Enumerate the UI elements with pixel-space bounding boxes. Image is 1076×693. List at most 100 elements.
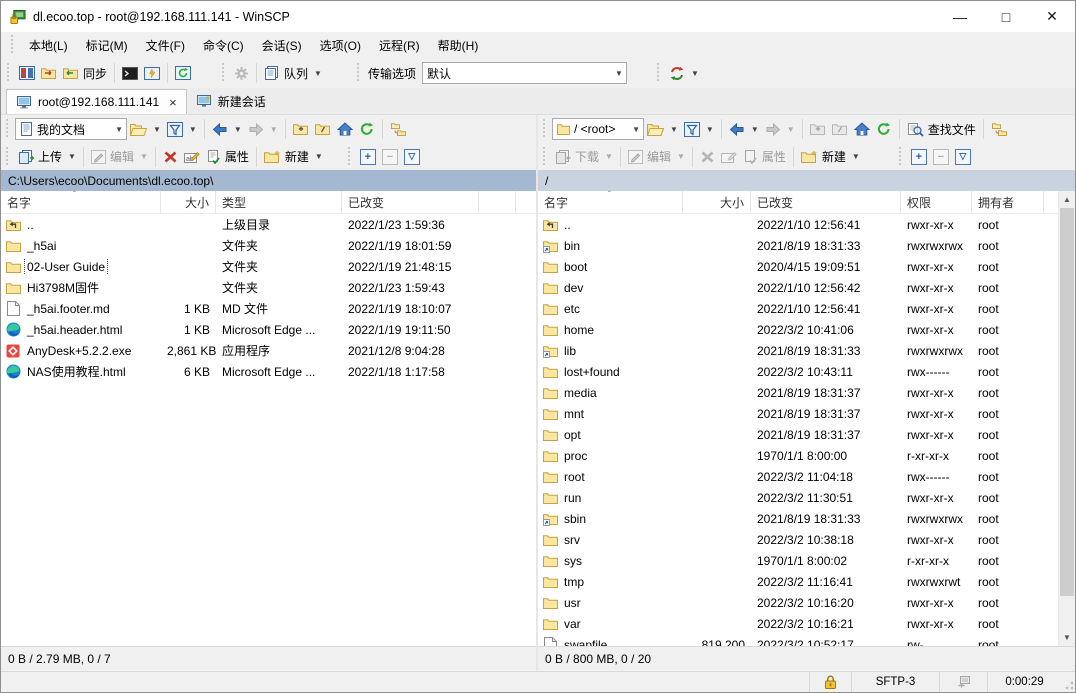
remote-column-size[interactable]: 大小 xyxy=(683,191,751,213)
remote-open-directory-button[interactable]: ▼ xyxy=(644,117,681,141)
local-column-size[interactable]: 大小 xyxy=(161,191,216,213)
menu-item[interactable]: 选项(O) xyxy=(311,33,370,58)
file-row[interactable]: sys1970/1/1 8:00:02r-xr-xr-xroot xyxy=(538,550,1075,571)
remote-home-button[interactable] xyxy=(851,117,873,141)
local-unselect-button[interactable]: − xyxy=(379,145,401,169)
upload-button[interactable]: 上传 ▼ xyxy=(15,145,79,169)
file-row[interactable]: 02-User Guide文件夹2022/1/19 21:48:15 xyxy=(1,256,536,277)
remote-refresh-button[interactable] xyxy=(873,117,895,141)
file-row[interactable]: media2021/8/19 18:31:37rwxr-xr-xroot xyxy=(538,382,1075,403)
remote-scrollbar[interactable]: ▲ ▼ xyxy=(1058,191,1075,646)
local-back-button[interactable]: ▼ xyxy=(209,117,245,141)
transfer-preset-select[interactable]: 默认 ▼ xyxy=(422,62,627,84)
minimize-button[interactable]: — xyxy=(937,1,983,32)
file-row[interactable]: Hi3798M固件文件夹2022/1/23 1:59:43 xyxy=(1,277,536,298)
local-parent-directory-button[interactable] xyxy=(290,117,312,141)
menu-item[interactable]: 本地(L) xyxy=(20,33,77,58)
file-row[interactable]: etc2022/1/10 12:56:41rwxr-xr-xroot xyxy=(538,298,1075,319)
refresh-session-button[interactable] xyxy=(172,61,194,85)
menu-item[interactable]: 会话(S) xyxy=(253,33,311,58)
local-rename-button[interactable]: ab xyxy=(181,145,203,169)
remote-sync-browsing-button[interactable] xyxy=(988,117,1011,141)
remote-properties-button[interactable]: 属性 xyxy=(740,145,789,169)
file-row[interactable]: boot2020/4/15 19:09:51rwxr-xr-xroot xyxy=(538,256,1075,277)
remote-forward-button[interactable]: ▼ xyxy=(762,117,798,141)
scroll-up-icon[interactable]: ▲ xyxy=(1059,191,1075,208)
file-row[interactable]: proc1970/1/1 8:00:00r-xr-xr-xroot xyxy=(538,445,1075,466)
local-new-button[interactable]: 新建 ▼ xyxy=(261,145,326,169)
remote-filter-button[interactable]: ▼ xyxy=(681,117,717,141)
file-row[interactable]: usr2022/3/2 10:16:20rwxr-xr-xroot xyxy=(538,592,1075,613)
remote-column-perms[interactable]: 权限 xyxy=(901,191,972,213)
menu-item[interactable]: 文件(F) xyxy=(137,33,194,58)
maximize-button[interactable]: □ xyxy=(983,1,1029,32)
preferences-button[interactable] xyxy=(231,61,252,85)
remote-unselect-button[interactable]: − xyxy=(930,145,952,169)
remote-new-button[interactable]: 新建 ▼ xyxy=(798,145,863,169)
file-row[interactable]: _h5ai.header.html1 KBMicrosoft Edge ...2… xyxy=(1,319,536,340)
tab-close-icon[interactable]: × xyxy=(169,95,177,110)
file-row[interactable]: sbin2021/8/19 18:31:33rwxrwxrwxroot xyxy=(538,508,1075,529)
file-row[interactable]: home2022/3/2 10:41:06rwxr-xr-xroot xyxy=(538,319,1075,340)
file-row[interactable]: run2022/3/2 11:30:51rwxr-xr-xroot xyxy=(538,487,1075,508)
local-location-select[interactable]: 我的文档 ▼ xyxy=(15,118,127,140)
local-properties-button[interactable]: 属性 xyxy=(203,145,252,169)
remote-column-name[interactable]: 名字ˆ xyxy=(538,191,683,213)
local-open-directory-button[interactable]: ▼ xyxy=(127,117,164,141)
local-column-changed[interactable]: 已改变 xyxy=(342,191,479,213)
file-row[interactable]: var2022/3/2 10:16:21rwxr-xr-xroot xyxy=(538,613,1075,634)
remote-select-button[interactable]: + xyxy=(908,145,930,169)
file-row[interactable]: bin2021/8/19 18:31:33rwxrwxrwxroot xyxy=(538,235,1075,256)
local-root-directory-button[interactable] xyxy=(312,117,334,141)
file-row[interactable]: tmp2022/3/2 11:16:41rwxrwxrwtroot xyxy=(538,571,1075,592)
commander-view-button[interactable] xyxy=(16,61,38,85)
local-sync-browsing-button[interactable] xyxy=(387,117,410,141)
local-home-button[interactable] xyxy=(334,117,356,141)
remote-back-button[interactable]: ▼ xyxy=(726,117,762,141)
menu-item[interactable]: 帮助(H) xyxy=(429,33,488,58)
open-terminal-button[interactable] xyxy=(119,61,141,85)
file-row[interactable]: AnyDesk+5.2.2.exe2,861 KB应用程序2021/12/8 9… xyxy=(1,340,536,361)
scroll-down-icon[interactable]: ▼ xyxy=(1059,629,1075,646)
file-row[interactable]: _h5ai文件夹2022/1/19 18:01:59 xyxy=(1,235,536,256)
scrollbar-thumb[interactable] xyxy=(1060,208,1074,596)
transfer-mode-button[interactable]: ▼ xyxy=(666,61,702,85)
file-row[interactable]: _h5ai.footer.md1 KBMD 文件2022/1/19 18:10:… xyxy=(1,298,536,319)
remote-edit-button[interactable]: 编辑 ▼ xyxy=(625,145,688,169)
file-row[interactable]: mnt2021/8/19 18:31:37rwxr-xr-xroot xyxy=(538,403,1075,424)
file-row[interactable]: lost+found2022/3/2 10:43:11rwx------root xyxy=(538,361,1075,382)
remote-rename-button[interactable] xyxy=(718,145,740,169)
close-button[interactable]: ✕ xyxy=(1029,1,1075,32)
local-select-button[interactable]: + xyxy=(357,145,379,169)
new-session-tab[interactable]: 新建会话 xyxy=(187,89,275,114)
local-forward-button[interactable]: ▼ xyxy=(245,117,281,141)
queue-button[interactable]: 队列 ▼ xyxy=(261,61,325,85)
local-path-bar[interactable]: C:\Users\ecoo\Documents\dl.ecoo.top\ xyxy=(1,170,536,191)
remote-root-directory-button[interactable] xyxy=(829,117,851,141)
local-refresh-button[interactable] xyxy=(356,117,378,141)
local-column-name[interactable]: 名字ˆ xyxy=(1,191,161,213)
menu-item[interactable]: 标记(M) xyxy=(77,33,137,58)
download-button[interactable]: 下载 ▼ xyxy=(552,145,616,169)
session-tab-active[interactable]: root@192.168.111.141 × xyxy=(6,89,187,114)
remote-column-changed[interactable]: 已改变 xyxy=(751,191,901,213)
find-files-button[interactable]: 查找文件 xyxy=(904,117,979,141)
local-column-type[interactable]: 类型 xyxy=(216,191,342,213)
file-row[interactable]: root2022/3/2 11:04:18rwx------root xyxy=(538,466,1075,487)
remote-invert-selection-button[interactable]: ▽ xyxy=(952,145,974,169)
local-invert-selection-button[interactable]: ▽ xyxy=(401,145,423,169)
file-row[interactable]: srv2022/3/2 10:38:18rwxr-xr-xroot xyxy=(538,529,1075,550)
remote-location-select[interactable]: / <root> ▼ xyxy=(552,118,644,140)
synchronize-browsing-button[interactable] xyxy=(38,61,60,85)
resize-grip[interactable] xyxy=(1061,672,1075,692)
file-row[interactable]: ..2022/1/10 12:56:41rwxr-xr-xroot xyxy=(538,214,1075,235)
open-console-button[interactable] xyxy=(141,61,163,85)
remote-path-bar[interactable]: / xyxy=(538,170,1075,191)
local-filter-button[interactable]: ▼ xyxy=(164,117,200,141)
menu-item[interactable]: 远程(R) xyxy=(370,33,429,58)
remote-delete-button[interactable] xyxy=(697,145,718,169)
file-row[interactable]: NAS使用教程.html6 KBMicrosoft Edge ...2022/1… xyxy=(1,361,536,382)
local-edit-button[interactable]: 编辑 ▼ xyxy=(88,145,151,169)
file-row[interactable]: lib2021/8/19 18:31:33rwxrwxrwxroot xyxy=(538,340,1075,361)
file-row[interactable]: swapfile819,2002022/3/2 10:52:17rw-root xyxy=(538,634,1075,646)
